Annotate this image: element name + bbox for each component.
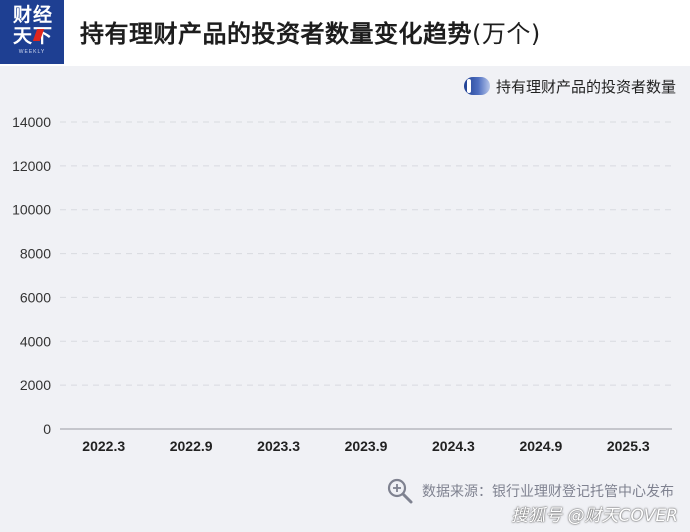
- x-tick-label: 2023.9: [345, 438, 388, 454]
- x-tick-label: 2022.9: [170, 438, 213, 454]
- chart-legend: 持有理财产品的投资者数量: [463, 74, 676, 98]
- grid-lines: [60, 121, 672, 386]
- magnifier-icon: [387, 478, 413, 504]
- x-tick-label: 2024.9: [519, 438, 562, 454]
- y-tick-label: 4000: [20, 333, 51, 349]
- y-tick-label: 6000: [20, 289, 51, 305]
- y-tick-label: 12000: [12, 158, 51, 174]
- x-tick-label: 2023.3: [257, 438, 300, 454]
- y-tick-label: 10000: [12, 202, 51, 218]
- watermark: 搜狐号 @财天COVER: [511, 506, 678, 526]
- x-tick-label: 2022.3: [82, 438, 125, 454]
- x-axis-ticks: 2022.3 2022.9 2023.3 2023.9 2024.3 2024.9 2025…: [82, 438, 650, 454]
- legend-swatch: [463, 77, 490, 95]
- source-text: 数据来源：银行业理财登记托管中心发布: [422, 484, 674, 500]
- y-tick-label: 8000: [20, 246, 51, 262]
- x-tick-label: 2024.3: [432, 438, 475, 454]
- x-tick-label: 2025.3: [607, 438, 650, 454]
- y-tick-label: 2000: [20, 377, 51, 393]
- legend-label: 持有理财产品的投资者数量: [495, 77, 676, 96]
- y-axis-ticks: 0 2000 4000 6000 8000 10000 12000 14000: [12, 114, 51, 437]
- y-tick-label: 0: [43, 421, 51, 437]
- y-tick-label: 14000: [12, 114, 51, 130]
